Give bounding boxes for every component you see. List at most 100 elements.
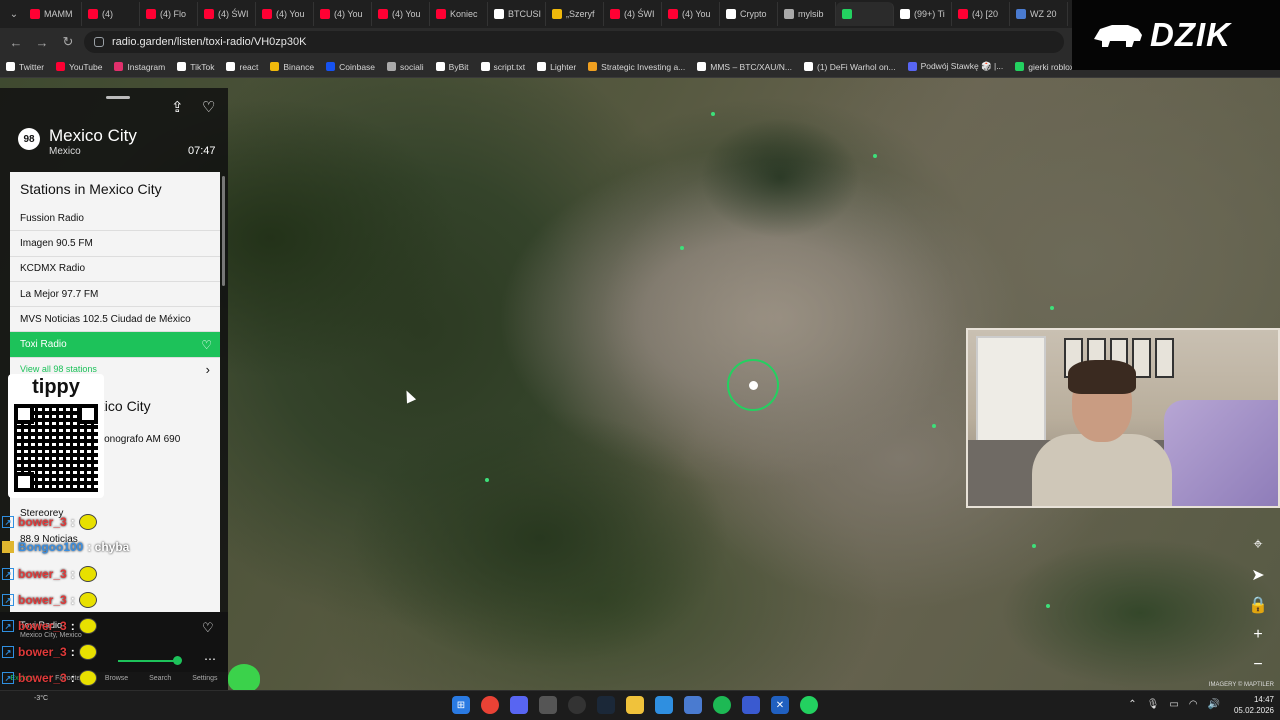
station-item[interactable]: MVS Noticias 102.5 Ciudad de México: [10, 307, 220, 333]
windows-start-icon[interactable]: ⊞: [452, 696, 470, 714]
browser-tab[interactable]: (4) You: [372, 2, 430, 26]
station-item[interactable]: Fonografo AM 690: [98, 434, 180, 445]
station-item[interactable]: La Mejor 97.7 FM: [10, 282, 220, 308]
browser-tab[interactable]: (4) You: [662, 2, 720, 26]
panel-drag-handle[interactable]: [106, 96, 130, 99]
discord-icon[interactable]: [510, 696, 528, 714]
browser-tab[interactable]: (4) Flo: [140, 2, 198, 26]
imagery-credit: IMAGERY © MAPTILER: [1208, 682, 1274, 688]
lock-icon[interactable]: 🔒: [1244, 592, 1272, 618]
system-clock[interactable]: 14:47 05.02.2026: [1224, 694, 1274, 716]
frog-emote-icon: [228, 664, 260, 692]
spotify-icon[interactable]: [713, 696, 731, 714]
bookmark-item[interactable]: Binance: [270, 62, 314, 72]
tab-label: (4): [102, 9, 113, 19]
steam-icon[interactable]: [597, 696, 615, 714]
webcam-blanket: [1164, 400, 1278, 506]
microphone-icon[interactable]: 🎙: [1147, 699, 1160, 710]
browser-tab[interactable]: (4): [82, 2, 140, 26]
editor-icon[interactable]: [655, 696, 673, 714]
station-dot[interactable]: [1050, 306, 1054, 310]
bookmark-item[interactable]: Strategic Investing a...: [588, 62, 685, 72]
monitor-icon[interactable]: ▭: [1169, 699, 1178, 710]
bookmark-item[interactable]: TikTok: [177, 62, 214, 72]
volume-icon[interactable]: 🔊: [1208, 699, 1220, 710]
map-pin-icon[interactable]: ⌖: [1244, 532, 1272, 558]
browser-tab[interactable]: MAMM: [24, 2, 82, 26]
zoom-out-icon[interactable]: −: [1244, 652, 1272, 678]
bookmark-favicon-icon: [226, 62, 236, 71]
browser-tab[interactable]: (99+) Ti: [894, 2, 952, 26]
screen: ⌄ MAMM (4) (4) Flo (4) ŚWI (4) You (4) You (4)…: [0, 0, 1280, 720]
panel-scrollbar[interactable]: [222, 176, 225, 286]
station-dot[interactable]: [1032, 544, 1036, 548]
tab-label: (4) [20: [972, 9, 999, 19]
browser-tab[interactable]: Koniec: [430, 2, 488, 26]
browser-tab[interactable]: (4) ŚWI: [198, 2, 256, 26]
browser-tab[interactable]: (4) [20: [952, 2, 1010, 26]
browser-tab[interactable]: (4) You: [256, 2, 314, 26]
volume-slider-knob[interactable]: [173, 656, 182, 665]
locate-me-icon[interactable]: ➤: [1244, 562, 1272, 588]
app-icon[interactable]: [539, 696, 557, 714]
station-item[interactable]: Fussion Radio: [10, 206, 220, 232]
address-bar[interactable]: radio.garden/listen/toxi-radio/VH0zp30K: [84, 31, 1064, 53]
bookmark-item[interactable]: Twitter: [6, 62, 44, 72]
station-dot[interactable]: [711, 112, 715, 116]
close-app-icon[interactable]: ✕: [771, 696, 789, 714]
bookmark-label: TikTok: [190, 61, 215, 72]
station-dot[interactable]: [873, 154, 877, 158]
station-dot[interactable]: [680, 246, 684, 250]
bookmark-item[interactable]: YouTube: [56, 62, 102, 72]
chat-text: :: [70, 619, 75, 633]
browser-tab[interactable]: Crypto: [720, 2, 778, 26]
browser-tab[interactable]: mylsib: [778, 2, 836, 26]
player-heart-icon[interactable]: ♡: [202, 620, 214, 636]
reload-icon[interactable]: ↻: [58, 32, 78, 52]
radio-app-icon[interactable]: [800, 696, 818, 714]
browser-tab[interactable]: (4) ŚWI: [604, 2, 662, 26]
station-heart-icon[interactable]: ♡: [201, 338, 212, 352]
tab-search-chevron-icon[interactable]: ⌄: [4, 4, 24, 24]
bookmark-item[interactable]: Coinbase: [326, 62, 375, 72]
bookmark-item[interactable]: Podwój Stawkę 🎲 |...: [907, 61, 1003, 72]
station-item-active[interactable]: Toxi Radio ♡: [10, 332, 220, 358]
favorite-heart-icon[interactable]: ♡: [202, 98, 215, 116]
weather-temp[interactable]: -3°C: [34, 695, 48, 702]
more-options-icon[interactable]: ⋯: [204, 652, 216, 666]
stations-heading: Stations in Mexico City: [20, 181, 162, 197]
browser-tab[interactable]: WZ 20: [1010, 2, 1068, 26]
obs-icon[interactable]: [568, 696, 586, 714]
browser-tab[interactable]: „Szeryf: [546, 2, 604, 26]
station-item[interactable]: KCDMX Radio: [10, 257, 220, 282]
bookmark-item[interactable]: Instagram: [114, 62, 165, 72]
selected-station-marker[interactable]: [727, 359, 779, 411]
bookmark-item[interactable]: script.txt: [480, 62, 525, 72]
station-dot[interactable]: [1046, 604, 1050, 608]
station-dot[interactable]: [932, 424, 936, 428]
station-dot[interactable]: [485, 478, 489, 482]
browser-tab[interactable]: BTCUSI: [488, 2, 546, 26]
browser-tab[interactable]: (4) You: [314, 2, 372, 26]
back-icon[interactable]: ←: [6, 32, 26, 52]
tray-chevron-icon[interactable]: ⌃: [1128, 699, 1136, 710]
file-explorer-icon[interactable]: [626, 696, 644, 714]
forward-icon[interactable]: →: [32, 32, 52, 52]
wifi-icon[interactable]: ◠: [1189, 699, 1198, 710]
station-item[interactable]: Imagen 90.5 FM: [10, 231, 220, 257]
bookmark-item[interactable]: (1) DeFi Warhol on...: [803, 62, 896, 72]
zoom-in-icon[interactable]: +: [1244, 622, 1272, 648]
chat-username: bower_3: [18, 645, 67, 659]
bookmark-item[interactable]: Lighter: [537, 62, 576, 72]
browser-tab[interactable]: [836, 2, 894, 26]
bookmark-item[interactable]: MMS – BTC/XAU/N...: [697, 62, 792, 72]
media-app-icon[interactable]: [742, 696, 760, 714]
bookmark-item[interactable]: sociali: [387, 62, 424, 72]
chat-username: bower_3: [18, 567, 67, 581]
chrome-icon[interactable]: [481, 696, 499, 714]
network-app-icon[interactable]: [684, 696, 702, 714]
bookmark-item[interactable]: ByBit: [435, 62, 469, 72]
bookmark-item[interactable]: react: [226, 62, 258, 72]
site-info-icon[interactable]: [94, 37, 104, 47]
share-icon[interactable]: ⇪: [171, 98, 184, 116]
